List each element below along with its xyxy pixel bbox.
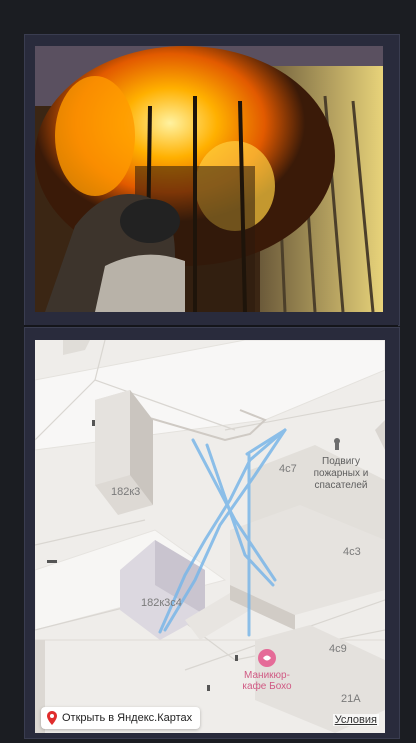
building-label: 4с7 xyxy=(279,463,297,475)
building-label: 4с9 xyxy=(329,643,347,655)
terms-link[interactable]: Условия xyxy=(332,714,379,726)
cafe-label[interactable]: Маникюр-кафе Бохо xyxy=(237,670,297,692)
cafe-icon xyxy=(258,649,276,667)
poi-label: Подвигу пожарных и спасателей xyxy=(313,456,369,491)
fire-photo[interactable] xyxy=(35,46,383,312)
building-label: 21А xyxy=(341,693,361,705)
monument-icon xyxy=(334,438,340,450)
yandex-map[interactable]: 182к3 182к3с4 4с7 4с3 4с9 21А Подвигу по… xyxy=(35,340,385,733)
building-label: 182к3 xyxy=(111,486,141,498)
open-in-yandex-maps-button[interactable]: Открыть в Яндекс.Картах xyxy=(41,707,201,729)
building-label: 182к3с4 xyxy=(141,597,182,609)
map-pin-icon xyxy=(47,711,57,725)
open-in-yandex-maps-label: Открыть в Яндекс.Картах xyxy=(62,712,193,724)
building-label: 4с3 xyxy=(343,546,361,558)
